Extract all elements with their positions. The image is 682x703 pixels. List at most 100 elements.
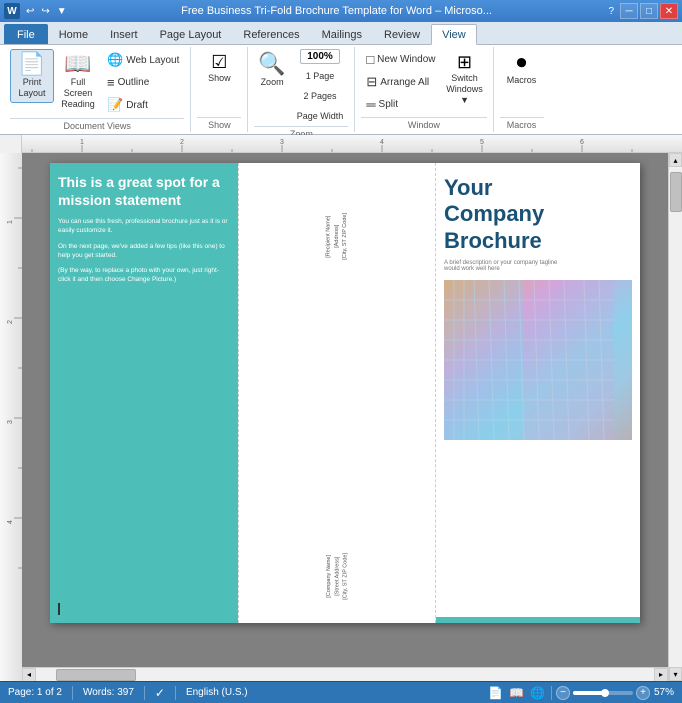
text-cursor xyxy=(58,603,60,615)
group-zoom-content: 🔍 Zoom 100% 1 Page 2 Pages Page Width xyxy=(254,49,348,124)
language[interactable]: English (U.S.) xyxy=(186,687,248,698)
page-info[interactable]: Page: 1 of 2 xyxy=(8,687,62,698)
split-button[interactable]: ═ Split xyxy=(361,94,440,115)
panel-3: YourCompanyBrochure A brief description … xyxy=(436,163,640,623)
zoom-percent-status[interactable]: 57% xyxy=(654,687,674,698)
tab-mailings[interactable]: Mailings xyxy=(311,24,373,44)
switch-windows-button[interactable]: ⊞ SwitchWindows ▼ xyxy=(443,49,487,109)
scroll-v-thumb[interactable] xyxy=(670,172,682,212)
scroll-h-thumb[interactable] xyxy=(56,669,136,681)
arrange-all-button[interactable]: ⊟ Arrange All xyxy=(361,71,440,93)
svg-text:2: 2 xyxy=(180,139,184,146)
zoom-icon: 🔍 xyxy=(258,51,285,77)
tab-page-layout[interactable]: Page Layout xyxy=(149,24,233,44)
tab-view[interactable]: View xyxy=(431,24,477,45)
zoom-percent-col: 100% 1 Page 2 Pages Page Width xyxy=(292,49,349,124)
horizontal-scrollbar[interactable]: ◂ ▸ xyxy=(22,667,668,681)
tab-references[interactable]: References xyxy=(232,24,310,44)
status-sep-4 xyxy=(551,686,552,700)
mission-body-1: You can use this fresh, professional bro… xyxy=(58,217,230,235)
zoom-handle[interactable] xyxy=(601,689,609,697)
zoom-track[interactable] xyxy=(573,691,633,695)
zoom-one-page-button[interactable]: 1 Page xyxy=(301,68,340,84)
web-layout-button[interactable]: 🌐 Web Layout xyxy=(102,49,184,71)
svg-text:2: 2 xyxy=(7,320,14,324)
view-mode-icons: 📄 📖 🌐 xyxy=(486,685,547,701)
draft-icon: 📝 xyxy=(107,97,123,113)
mission-title: This is a great spot for a mission state… xyxy=(58,173,230,209)
status-sep-2 xyxy=(144,686,145,700)
outline-icon: ≡ xyxy=(107,75,115,90)
zoom-button[interactable]: 🔍 Zoom xyxy=(254,49,289,89)
new-window-button[interactable]: □ New Window xyxy=(361,49,440,70)
document-views-label: Document Views xyxy=(10,118,184,131)
redo-btn[interactable]: ↪ xyxy=(39,6,51,17)
show-icon: ☑ xyxy=(211,53,227,71)
zoom-fill xyxy=(573,691,603,695)
macros-group-label: Macros xyxy=(500,117,544,130)
document-views-small-col: 🌐 Web Layout ≡ Outline 📝 Draft xyxy=(102,49,184,116)
mission-body-2: On the next page, we've added a few tips… xyxy=(58,242,230,260)
outline-button[interactable]: ≡ Outline xyxy=(102,72,184,93)
maximize-btn[interactable]: □ xyxy=(640,3,658,19)
scroll-v-up-btn[interactable]: ▴ xyxy=(669,153,682,167)
scroll-h-track xyxy=(36,668,654,682)
view-print-icon[interactable]: 📄 xyxy=(486,685,505,701)
window-group-label: Window xyxy=(361,117,486,130)
view-web-icon[interactable]: 🌐 xyxy=(528,685,547,701)
tab-home[interactable]: Home xyxy=(48,24,99,44)
split-icon: ═ xyxy=(366,97,375,112)
full-screen-label: Full ScreenReading xyxy=(59,77,97,109)
zoom-minus-btn[interactable]: − xyxy=(556,686,570,700)
minimize-btn[interactable]: ─ xyxy=(620,3,638,19)
close-btn[interactable]: ✕ xyxy=(660,3,678,19)
outline-label: Outline xyxy=(118,77,150,88)
svg-text:5: 5 xyxy=(480,139,484,146)
zoom-page-width-button[interactable]: Page Width xyxy=(292,108,349,124)
panel-2: [Recipient Name][Address][City, ST ZIP C… xyxy=(239,163,436,623)
macros-button[interactable]: ⏺ Macros xyxy=(500,49,544,90)
panel-1: This is a great spot for a mission state… xyxy=(50,163,239,623)
macros-icon: ⏺ xyxy=(517,53,527,73)
horizontal-ruler: 1 2 3 4 5 6 xyxy=(22,135,682,152)
print-layout-label: PrintLayout xyxy=(18,77,45,99)
draft-button[interactable]: 📝 Draft xyxy=(102,94,184,116)
macros-label: Macros xyxy=(507,75,537,86)
tab-review[interactable]: Review xyxy=(373,24,431,44)
undo-btn[interactable]: ↩ xyxy=(24,6,36,17)
group-show: ☑ Show Show xyxy=(191,47,248,132)
switch-windows-icon: ⊞ xyxy=(457,53,472,71)
group-show-content: ☑ Show xyxy=(197,49,241,115)
scroll-h-right-btn[interactable]: ▸ xyxy=(654,668,668,682)
main-area: 1 2 3 4 This is a great spot for a missi… xyxy=(0,153,682,681)
window-small-col: □ New Window ⊟ Arrange All ═ Split xyxy=(361,49,440,115)
help-icon[interactable]: ? xyxy=(604,6,618,17)
full-screen-reading-button[interactable]: 📖 Full ScreenReading xyxy=(56,49,100,113)
address-top-block: [Recipient Name][Address][City, ST ZIP C… xyxy=(325,213,350,260)
word-count[interactable]: Words: 397 xyxy=(83,687,134,698)
vertical-scrollbar[interactable]: ▴ ▾ xyxy=(668,153,682,681)
scroll-v-down-btn[interactable]: ▾ xyxy=(669,667,682,681)
zoom-percent-display[interactable]: 100% xyxy=(300,49,340,64)
tab-insert[interactable]: Insert xyxy=(99,24,149,44)
show-button[interactable]: ☑ Show xyxy=(197,49,241,88)
tab-file[interactable]: File xyxy=(4,24,48,44)
show-label: Show xyxy=(208,73,231,84)
scroll-v-track xyxy=(669,167,682,667)
scroll-h-left-btn[interactable]: ◂ xyxy=(22,668,36,682)
spell-check-icon[interactable]: ✓ xyxy=(155,686,165,700)
zoom-two-pages-button[interactable]: 2 Pages xyxy=(299,88,342,104)
group-macros-content: ⏺ Macros xyxy=(500,49,544,115)
view-read-icon[interactable]: 📖 xyxy=(507,685,526,701)
status-right: 📄 📖 🌐 − + 57% xyxy=(486,685,674,701)
doc-scroll-area: This is a great spot for a mission state… xyxy=(22,153,668,681)
zoom-plus-btn[interactable]: + xyxy=(636,686,650,700)
document-area[interactable]: This is a great spot for a mission state… xyxy=(22,153,668,667)
qa-dropdown[interactable]: ▼ xyxy=(55,6,69,17)
group-document-views: 📄 PrintLayout 📖 Full ScreenReading 🌐 Web… xyxy=(4,47,191,132)
ribbon: 📄 PrintLayout 📖 Full ScreenReading 🌐 Web… xyxy=(0,45,682,135)
window-title: Free Business Tri-Fold Brochure Template… xyxy=(69,5,605,17)
print-layout-button[interactable]: 📄 PrintLayout xyxy=(10,49,54,103)
svg-text:1: 1 xyxy=(7,220,14,224)
group-document-views-content: 📄 PrintLayout 📖 Full ScreenReading 🌐 Web… xyxy=(10,49,184,116)
